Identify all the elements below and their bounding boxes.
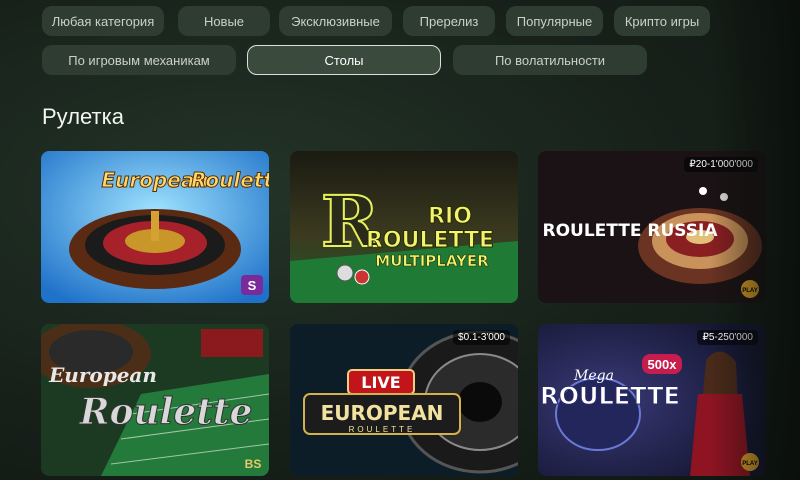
game-card-european-roulette-bs[interactable]: European Roulette BS <box>41 324 269 476</box>
bet-limit: ₽5-250'000 <box>697 330 758 345</box>
bet-limit: $0.1-3'000 <box>453 330 510 345</box>
game-title: ROULETTE RUSSIA <box>542 221 718 241</box>
game-thumbnail: European Roulette S <box>41 151 269 303</box>
game-title-line3: MULTIPLAYER <box>375 252 489 270</box>
provider-badge: BS <box>245 457 262 471</box>
game-thumbnail: ROULETTE RUSSIA PLAY <box>538 151 766 303</box>
live-badge: LIVE <box>361 373 400 392</box>
game-thumbnail: LIVE EUROPEAN ROULETTE <box>290 324 518 476</box>
game-title: EUROPEAN <box>321 401 444 425</box>
filter-popular[interactable]: Популярные <box>506 6 603 36</box>
game-title-line2: ROULETTE <box>366 228 494 253</box>
provider-badge: S <box>248 278 257 293</box>
game-card-mega-roulette[interactable]: Mega ROULETTE 500x PLAY ₽5-250'000 <box>538 324 766 476</box>
multiplier-badge: 500x <box>648 357 678 372</box>
filter-new[interactable]: Новые <box>178 6 270 36</box>
section-title: Рулетка <box>42 104 124 129</box>
game-thumbnail: European Roulette BS <box>41 324 269 476</box>
game-card-rio-roulette[interactable]: R RIO ROULETTE MULTIPLAYER <box>290 151 518 303</box>
game-title-line1: RIO <box>428 204 472 229</box>
filter-tables[interactable]: Столы <box>247 45 441 75</box>
game-thumbnail: Mega ROULETTE 500x PLAY <box>538 324 766 476</box>
filter-game-mechanics[interactable]: По игровым механикам <box>42 45 236 75</box>
filter-crypto-games[interactable]: Крипто игры <box>614 6 710 36</box>
game-title-line2: ROULETTE <box>540 382 680 410</box>
game-title-line2: Roulette <box>191 168 269 192</box>
game-card-european-roulette[interactable]: European Roulette S <box>41 151 269 303</box>
game-title-line2: Roulette <box>79 391 253 433</box>
game-card-roulette-russia[interactable]: ROULETTE RUSSIA PLAY ₽20-1'000'000 <box>538 151 766 303</box>
filter-volatility[interactable]: По волатильности <box>453 45 647 75</box>
game-subtitle: ROULETTE <box>349 425 416 434</box>
filter-prerelease[interactable]: Пререлиз <box>403 6 495 36</box>
bet-limit: ₽20-1'000'000 <box>684 157 758 172</box>
provider-badge: PLAY <box>742 461 757 467</box>
filter-any-category[interactable]: Любая категория <box>42 6 164 36</box>
game-thumbnail: R RIO ROULETTE MULTIPLAYER <box>290 151 518 303</box>
filter-exclusive[interactable]: Эксклюзивные <box>279 6 392 36</box>
game-card-live-european-roulette[interactable]: LIVE EUROPEAN ROULETTE $0.1-3'000 <box>290 324 518 476</box>
provider-badge: PLAY <box>742 288 757 294</box>
game-title-line1: European <box>48 363 157 387</box>
